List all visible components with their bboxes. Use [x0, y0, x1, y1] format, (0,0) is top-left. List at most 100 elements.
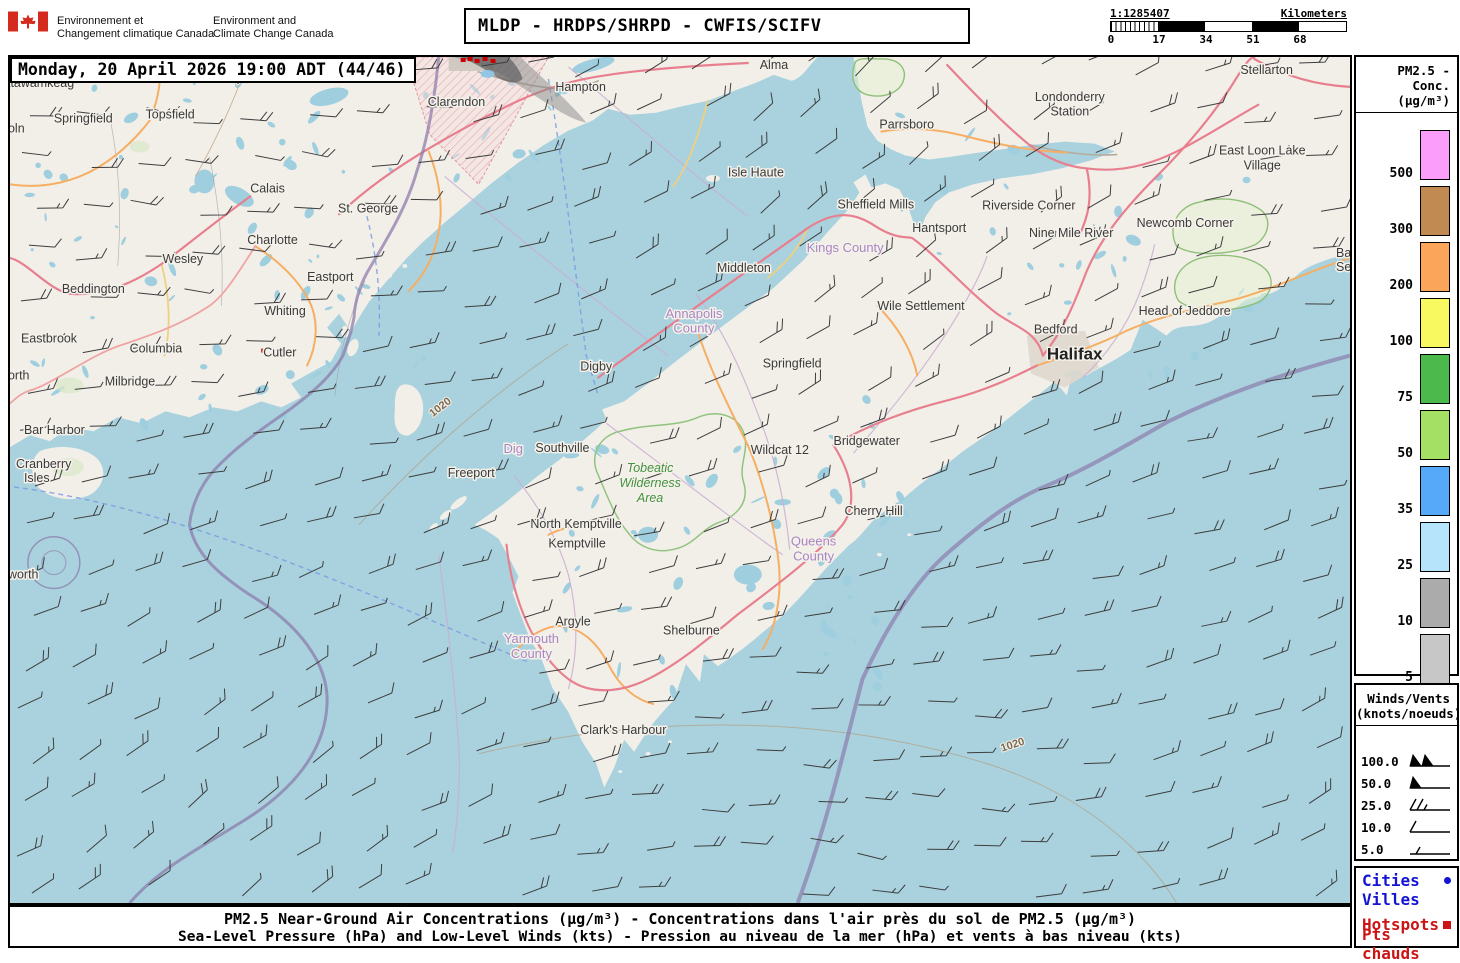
- pm25-level-value: 75: [1397, 390, 1413, 405]
- scale-tick: 34: [1199, 33, 1213, 46]
- pm25-color-swatch: [1420, 354, 1450, 404]
- pm25-color-swatch: [1420, 242, 1450, 292]
- svg-text:Village: Village: [1244, 158, 1281, 172]
- svg-text:Shelburne: Shelburne: [663, 623, 720, 637]
- pm25-level-value: 50: [1397, 446, 1413, 461]
- svg-text:Wildcat 12: Wildcat 12: [751, 443, 809, 457]
- svg-text:Southville: Southville: [535, 441, 589, 455]
- page-header: Environnement et Changement climatique C…: [0, 0, 1460, 55]
- pm25-level-row: 200: [1356, 236, 1457, 292]
- pm25-level-row: 100: [1356, 292, 1457, 348]
- pm25-color-swatch: [1420, 522, 1450, 572]
- scale-tick: 0: [1107, 33, 1115, 46]
- svg-text:Londonderry: Londonderry: [1035, 90, 1106, 104]
- svg-text:Freeport: Freeport: [448, 466, 496, 480]
- caption-line1: PM2.5 Near-Ground Air Concentrations (µg…: [223, 910, 1137, 928]
- wind-speed-row: 25.0: [1356, 794, 1457, 816]
- svg-text:Calais: Calais: [250, 181, 285, 195]
- svg-text:Head of Jeddore: Head of Jeddore: [1139, 304, 1231, 318]
- map-graphic: ttawamkeagSpringfieldTopsfieldolnClarend…: [10, 57, 1350, 903]
- svg-text:Springfield: Springfield: [54, 112, 113, 126]
- pm25-level-row: 5: [1356, 628, 1457, 684]
- svg-text:Wilderness: Wilderness: [619, 476, 680, 490]
- svg-text:Wile Settlement: Wile Settlement: [877, 299, 965, 313]
- wind-speed-value: 50.0: [1361, 775, 1392, 791]
- island: [645, 751, 651, 756]
- svg-text:Yarmouth: Yarmouth: [504, 631, 559, 646]
- canada-flag-icon: [8, 11, 48, 32]
- island: [907, 533, 912, 537]
- forest-patch: [55, 377, 84, 394]
- pm25-color-swatch: [1420, 186, 1450, 236]
- pm25-level-value: 25: [1397, 558, 1413, 573]
- scale-tick: 17: [1152, 33, 1166, 46]
- caption-box: PM2.5 Near-Ground Air Concentrations (µg…: [8, 905, 1352, 948]
- scale-tick: 68: [1293, 33, 1307, 46]
- svg-text:Halifax: Halifax: [1047, 345, 1103, 364]
- pm25-level-value: 35: [1397, 502, 1413, 517]
- svg-text:Digby: Digby: [580, 360, 613, 374]
- hotspots-label-fr: Pts chauds: [1362, 924, 1420, 963]
- svg-text:Area: Area: [636, 491, 663, 505]
- scale-bar-graphic: [1110, 21, 1347, 32]
- scale-unit-label: Kilometers: [1280, 7, 1347, 20]
- winds-legend-units: (knots/noeuds): [1356, 706, 1460, 721]
- pm25-level-row: 25: [1356, 516, 1457, 572]
- wind-barb-icon: [1409, 753, 1450, 767]
- wind-speed-row: 10.0: [1356, 816, 1457, 838]
- pm25-color-swatch: [1420, 298, 1450, 348]
- product-title: MLDP - HRDPS/SHRPD - CWFIS/SCIFV: [478, 16, 822, 36]
- svg-text:Bedford: Bedford: [1034, 323, 1078, 337]
- pm25-level-row: 35: [1356, 460, 1457, 516]
- forest-patch: [129, 140, 150, 153]
- svg-text:Wesley: Wesley: [163, 252, 204, 266]
- island: [876, 552, 882, 557]
- svg-text:Station: Station: [1050, 105, 1089, 119]
- island: [402, 264, 408, 269]
- pm25-level-value: 300: [1389, 222, 1413, 237]
- svg-text:Nine Mile River: Nine Mile River: [1029, 226, 1113, 240]
- wind-speed-row: 5.0: [1356, 838, 1457, 860]
- svg-text:Cranberry: Cranberry: [16, 457, 72, 471]
- svg-text:Hantsport: Hantsport: [912, 221, 967, 235]
- svg-text:Topsfield: Topsfield: [146, 108, 195, 122]
- svg-text:Cutler: Cutler: [263, 346, 296, 360]
- cities-label: Cities: [1362, 871, 1420, 890]
- wind-barb-icon: [1410, 846, 1450, 855]
- markers-legend: Cities Villes Hotspots Pts chauds: [1354, 866, 1459, 963]
- svg-text:Eastbrook: Eastbrook: [21, 332, 78, 346]
- wind-speed-value: 10.0: [1361, 819, 1392, 835]
- winds-legend-title: Winds/Vents: [1367, 691, 1450, 706]
- svg-text:Middleton: Middleton: [717, 261, 771, 275]
- pm25-level-row: 75: [1356, 348, 1457, 404]
- svg-text:Settlement: Settlement: [1336, 260, 1350, 274]
- svg-text:Riverside Corner: Riverside Corner: [982, 198, 1075, 212]
- svg-text:Milbridge: Milbridge: [105, 374, 156, 388]
- cities-label-fr: Villes: [1362, 890, 1420, 909]
- svg-text:worth: worth: [10, 568, 39, 582]
- svg-text:County: County: [511, 646, 553, 661]
- svg-text:Clarendon: Clarendon: [428, 95, 486, 109]
- svg-text:County: County: [793, 549, 835, 564]
- wind-barb-icon: [1409, 820, 1450, 833]
- pm25-level-row: 10: [1356, 572, 1457, 628]
- svg-text:Kemptville: Kemptville: [548, 537, 606, 551]
- island-isle-haute: [705, 174, 720, 182]
- svg-text:Whiting: Whiting: [264, 304, 306, 318]
- svg-text:Tobeatic: Tobeatic: [627, 461, 674, 475]
- wind-speed-value: 100.0: [1361, 753, 1399, 769]
- svg-text:Queens: Queens: [791, 534, 836, 549]
- svg-text:Columbia: Columbia: [130, 342, 183, 356]
- svg-text:County: County: [673, 321, 715, 336]
- svg-text:Argyle: Argyle: [555, 614, 590, 628]
- winds-legend: Winds/Vents (knots/noeuds) 100.0 50.0 25.0…: [1354, 683, 1460, 861]
- svg-text:oln: oln: [10, 122, 25, 136]
- product-title-box: MLDP - HRDPS/SHRPD - CWFIS/SCIFV: [464, 8, 970, 44]
- svg-text:Dig: Dig: [504, 441, 523, 456]
- svg-text:Sheffield Mills: Sheffield Mills: [838, 197, 915, 211]
- wind-speed-value: 5.0: [1361, 841, 1384, 857]
- wind-speed-row: 100.0: [1356, 750, 1457, 772]
- svg-text:Bar Harbor: Bar Harbor: [24, 423, 85, 437]
- svg-text:Isles: Isles: [24, 471, 50, 485]
- svg-text:Barkhouse: Barkhouse: [1336, 246, 1350, 260]
